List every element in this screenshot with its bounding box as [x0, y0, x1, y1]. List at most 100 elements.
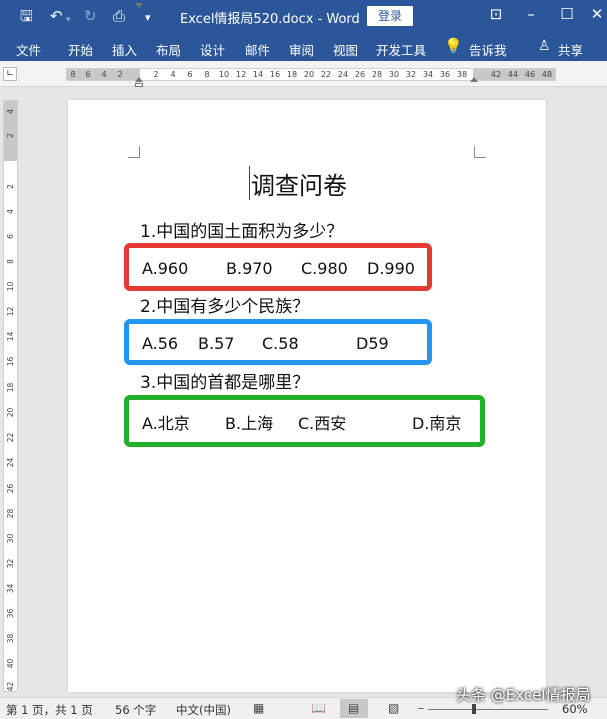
word-count-status[interactable]: 56 个字 — [115, 702, 156, 718]
ruler-label: 36 — [439, 70, 451, 79]
login-button[interactable]: 登录 — [367, 6, 413, 26]
ruler-label: 12 — [6, 306, 15, 317]
ruler-label: 22 — [320, 70, 332, 79]
tab-file[interactable]: 文件 — [16, 40, 41, 59]
ruler-label: 36 — [6, 608, 15, 619]
ruler-label: 18 — [6, 382, 15, 393]
tab-mailings[interactable]: 邮件 — [245, 40, 270, 59]
title-bar: 🖫 ↶ ▾ ↻ ⎙ ▾ Excel情报局520.docx - Word 登录 ⊡… — [0, 0, 607, 33]
option-d[interactable]: D.990 — [367, 259, 415, 278]
ruler-label: 24 — [337, 70, 349, 79]
ruler-label: 38 — [6, 633, 15, 644]
ruler-label: 20 — [6, 407, 15, 418]
option-c[interactable]: C.西安 — [298, 410, 346, 434]
left-indent-marker[interactable] — [135, 83, 143, 87]
tab-review[interactable]: 审阅 — [289, 40, 314, 59]
ruler-label: 14 — [252, 70, 264, 79]
ruler-label: 8 — [70, 70, 76, 79]
ruler-label: 2 — [153, 70, 159, 79]
tell-me-search[interactable]: 告诉我 — [469, 40, 507, 59]
ruler-label: 22 — [6, 432, 15, 443]
language-status[interactable]: 中文(中国) — [176, 702, 231, 718]
minimize-icon[interactable]: – — [520, 5, 542, 23]
person-icon: ♙ — [538, 38, 551, 54]
option-a[interactable]: A.960 — [142, 259, 188, 278]
customize-icon[interactable]: ▾ — [145, 9, 151, 27]
option-a[interactable]: A.56 — [142, 334, 178, 353]
option-c[interactable]: C.58 — [262, 334, 299, 353]
option-a[interactable]: A.北京 — [142, 410, 190, 434]
option-b[interactable]: B.上海 — [225, 410, 273, 434]
ruler-label: 2 — [6, 184, 15, 189]
web-layout-icon[interactable]: ▧ — [388, 701, 399, 715]
option-b[interactable]: B.57 — [198, 334, 234, 353]
ruler-label: 44 — [507, 70, 519, 79]
ruler-label: 4 — [6, 209, 15, 214]
tab-home[interactable]: 开始 — [68, 40, 93, 59]
lightbulb-icon: 💡 — [444, 37, 463, 55]
ruler-label: 6 — [85, 70, 91, 79]
tab-view[interactable]: 视图 — [333, 40, 358, 59]
option-b[interactable]: B.970 — [226, 259, 273, 278]
ruler-label: 8 — [6, 259, 15, 264]
macro-record-icon[interactable]: ▦ — [253, 701, 264, 715]
ruler-label: 26 — [6, 483, 15, 494]
option-d[interactable]: D59 — [356, 334, 389, 353]
ruler-label: 16 — [269, 70, 281, 79]
print-layout-icon[interactable]: ▤ — [348, 701, 359, 715]
ruler-bar: ∟ 8 6 4 2 2 4 6 8 10 12 14 16 18 20 22 2… — [0, 61, 607, 87]
ribbon-display-icon[interactable]: ⊡ — [485, 5, 507, 23]
ruler-label: 14 — [6, 331, 15, 342]
document-page[interactable]: 调查问卷 1.中国的国土面积为多少？ A.960 B.970 C.980 D.9… — [68, 100, 546, 692]
margin-corner-mark — [474, 146, 486, 158]
save-icon[interactable]: 🖫 — [20, 7, 33, 25]
maximize-icon[interactable]: ☐ — [556, 5, 578, 23]
answer-box-green: A.北京 B.上海 C.西安 D.南京 — [124, 395, 485, 447]
ruler-label: 16 — [6, 356, 15, 367]
tab-developer[interactable]: 开发工具 — [376, 40, 426, 59]
ruler-label: 34 — [6, 583, 15, 594]
share-button[interactable]: 共享 — [558, 40, 583, 59]
page-count-status[interactable]: 第 1 页，共 1 页 — [6, 702, 93, 718]
zoom-out-icon[interactable]: – — [418, 701, 424, 715]
ruler-label: 30 — [6, 533, 15, 544]
ruler-label: 28 — [6, 508, 15, 519]
question-text[interactable]: 3.中国的首都是哪里？ — [140, 368, 309, 393]
question-text[interactable]: 2.中国有多少个民族？ — [140, 292, 309, 317]
ruler-label: 6 — [6, 234, 15, 239]
tab-design[interactable]: 设计 — [200, 40, 225, 59]
ruler-label: 10 — [218, 70, 230, 79]
redo-icon[interactable]: ↻ — [84, 7, 97, 25]
document-heading[interactable]: 调查问卷 — [251, 166, 347, 201]
zoom-slider-thumb[interactable] — [472, 704, 476, 714]
tab-layout[interactable]: 布局 — [156, 40, 181, 59]
text-cursor — [249, 166, 250, 200]
ruler-label: 48 — [541, 70, 553, 79]
right-indent-marker[interactable] — [470, 77, 478, 82]
option-c[interactable]: C.980 — [301, 259, 348, 278]
tab-stop-selector[interactable]: ∟ — [3, 67, 17, 81]
ruler-label: 42 — [490, 70, 502, 79]
ruler-label: 26 — [354, 70, 366, 79]
print-preview-icon[interactable]: ⎙ — [113, 7, 125, 25]
watermark-text: 头条 @Excel情报局 — [456, 686, 591, 704]
undo-dropdown-icon[interactable]: ▾ — [66, 11, 71, 29]
option-d[interactable]: D.南京 — [412, 410, 461, 434]
hanging-indent-marker[interactable] — [135, 77, 143, 82]
ruler-label: 20 — [303, 70, 315, 79]
ruler-label: 2 — [117, 70, 123, 79]
close-icon[interactable]: ✕ — [586, 5, 607, 23]
ruler-label: 4 — [170, 70, 176, 79]
question-text[interactable]: 1.中国的国土面积为多少？ — [140, 217, 343, 242]
zoom-slider[interactable] — [428, 709, 548, 710]
vertical-ruler[interactable]: 4 2 2 4 6 8 10 12 14 16 18 20 22 24 26 2… — [3, 100, 18, 692]
undo-icon[interactable]: ↶ — [50, 7, 63, 25]
document-title: Excel情报局520.docx - Word — [180, 12, 360, 27]
read-mode-icon[interactable]: 📖 — [311, 701, 326, 715]
tab-insert[interactable]: 插入 — [112, 40, 137, 59]
ruler-label: 12 — [235, 70, 247, 79]
first-line-indent-marker[interactable] — [135, 3, 143, 8]
ruler-label: 24 — [6, 457, 15, 468]
ruler-label: 8 — [204, 70, 210, 79]
ruler-label: 4 — [6, 109, 15, 114]
